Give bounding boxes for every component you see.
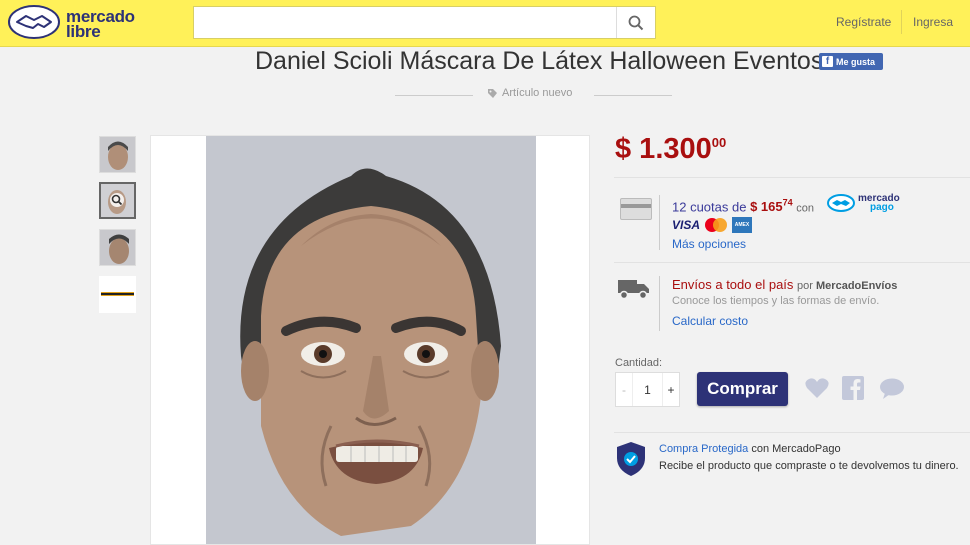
facebook-like-button[interactable]: f Me gusta [819,53,883,70]
mercadopago-logo: mercado pago [827,194,900,213]
payment-vline [659,195,660,250]
shipping-by: por MercadoEnvíos [797,280,898,292]
purchase-protection-subtitle: Recibe el producto que compraste o te de… [659,460,959,472]
price-cents: 00 [711,135,727,150]
thumbnail-2[interactable] [99,182,136,219]
facebook-share-icon[interactable] [842,376,864,400]
facebook-like-label: Me gusta [836,56,876,67]
installment-amount: $ 165 [750,199,783,215]
shipping-title: Envíos a todo el país por MercadoEnvíos [672,277,897,292]
installments-info: 12 cuotas de $ 16574 con [672,198,814,214]
register-link[interactable]: Regístrate [836,15,891,29]
purchase-divider [614,432,970,433]
more-options-link[interactable]: Más opciones [672,237,746,251]
condition-divider-right [594,95,672,96]
shipping-title-text: Envíos a todo el país [672,277,794,292]
visa-icon: VISA [672,218,701,232]
nav-divider [901,10,902,34]
store-logo-thumbnail [99,276,136,313]
comment-icon[interactable] [879,378,905,400]
tag-icon [488,88,497,98]
truck-icon [618,280,649,300]
quantity-label: Cantidad: [615,357,663,369]
quantity-increase-button[interactable]: + [662,373,679,406]
handshake-icon [8,5,60,39]
buy-button[interactable]: Comprar [697,372,788,406]
mercadopago-handshake-icon [827,194,855,212]
thumbnail-4[interactable] [99,276,136,313]
mercadolibre-logo[interactable]: mercado libre [8,5,158,41]
mask-thumbnail-image [100,137,135,172]
main-product-image[interactable] [150,135,590,545]
mastercard-icon [705,218,728,232]
login-link[interactable]: Ingresa [913,15,953,29]
amex-icon: AMEX [732,217,753,233]
search-icon [628,15,644,30]
latex-mask-photo [151,136,589,544]
card-logos: VISA AMEX [672,217,753,233]
product-price: $ 1.30000 [615,133,726,166]
credit-card-icon [620,198,652,220]
mask-thumbnail-image [101,184,134,217]
facebook-icon: f [822,56,833,67]
mercadopago-line2: pago [870,202,894,213]
purchase-protection-link[interactable]: Compra Protegida [659,443,748,455]
logo-text-line2: libre [66,22,101,41]
product-title: Daniel Scioli Máscara De Látex Halloween… [255,47,824,75]
price-amount: $ 1.300 [615,133,712,165]
installments-with: con [796,202,815,215]
quantity-stepper: - 1 + [615,372,680,407]
shield-icon [617,442,645,476]
thumbnail-3[interactable] [99,229,136,266]
search-input[interactable] [194,7,634,38]
search-button[interactable] [616,7,655,38]
payment-divider [614,262,970,263]
shipping-vline [659,276,660,331]
shipping-subtitle: Conoce los tiempos y las formas de envío… [672,295,880,307]
purchase-protection-rest: con MercadoPago [751,443,841,455]
quantity-input[interactable]: 1 [633,383,662,397]
installments-prefix: 12 cuotas de [672,199,747,215]
mercadoenvios-label: MercadoEnvíos [816,280,898,292]
condition-divider-left [395,95,473,96]
search-box [193,6,656,39]
thumbnail-1[interactable] [99,136,136,173]
calculate-shipping-link[interactable]: Calcular costo [672,314,748,328]
header: mercado libre Regístrate Ingresa [0,0,970,47]
quantity-decrease-button[interactable]: - [616,373,633,406]
item-condition: Artículo nuevo [487,87,572,99]
price-divider [614,177,970,178]
mask-thumbnail-image [100,230,135,265]
heart-icon[interactable] [805,377,829,399]
condition-label: Artículo nuevo [502,87,573,99]
installment-cents: 74 [782,198,793,208]
purchase-protection: Compra Protegida con MercadoPago [659,443,841,455]
